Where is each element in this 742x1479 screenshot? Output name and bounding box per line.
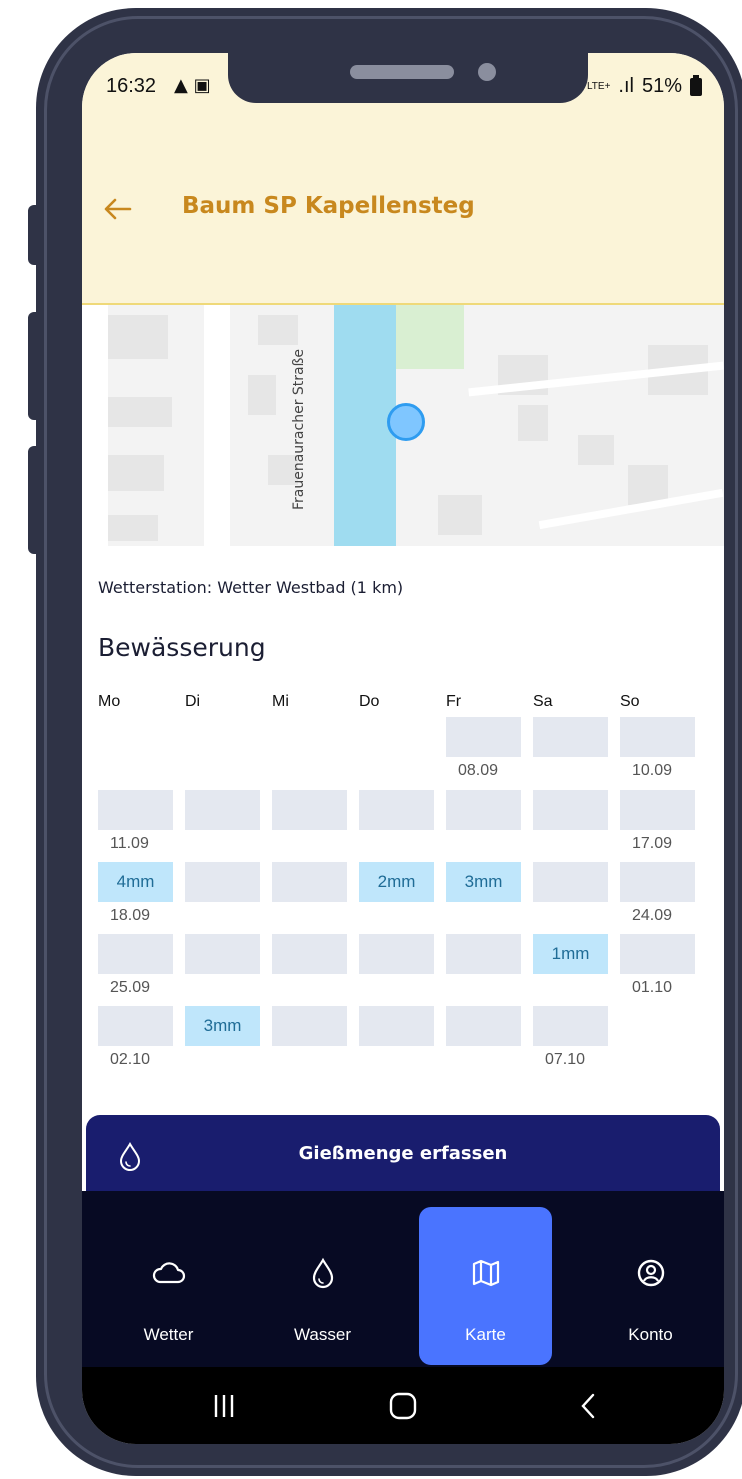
calendar-day-cell[interactable] bbox=[620, 862, 695, 902]
map-building bbox=[578, 435, 614, 465]
battery-icon bbox=[690, 74, 702, 96]
calendar-date-label: 01.10 bbox=[632, 979, 673, 996]
day-header-di: Di bbox=[185, 693, 201, 710]
calendar-day-cell[interactable] bbox=[446, 790, 521, 830]
calendar-date-label: 08.09 bbox=[458, 762, 499, 779]
calendar-day-cell[interactable] bbox=[446, 717, 521, 757]
calendar-day-cell[interactable] bbox=[272, 790, 347, 830]
system-navigation-bar bbox=[82, 1367, 724, 1444]
map-building bbox=[108, 515, 158, 541]
watering-day-cell[interactable]: 2mm bbox=[359, 862, 434, 902]
camera-notch bbox=[228, 53, 588, 103]
map-view[interactable]: Frauenauracher Straße bbox=[108, 305, 724, 546]
calendar-date-label: 10.09 bbox=[632, 762, 673, 779]
calendar-date-label: 11.09 bbox=[110, 835, 149, 852]
back-button[interactable] bbox=[100, 191, 136, 227]
battery-percent: 51% bbox=[641, 75, 682, 97]
watering-day-cell[interactable]: 3mm bbox=[446, 862, 521, 902]
calendar-day-cell[interactable] bbox=[359, 790, 434, 830]
day-header-so: So bbox=[620, 693, 640, 710]
device-mockup: 16:32 ▲ ▣ LTE+ .ıl 51% Baum SP Kapellens… bbox=[0, 0, 742, 1479]
calendar-day-cell[interactable] bbox=[272, 934, 347, 974]
network-icon: LTE+ bbox=[586, 80, 611, 92]
phone-screen: 16:32 ▲ ▣ LTE+ .ıl 51% Baum SP Kapellens… bbox=[82, 53, 724, 1444]
calendar-day-cell[interactable] bbox=[272, 1006, 347, 1046]
app-header: Baum SP Kapellensteg bbox=[82, 107, 724, 305]
home-icon[interactable] bbox=[383, 1389, 423, 1423]
cloud-icon bbox=[152, 1262, 185, 1284]
watering-day-cell[interactable]: 1mm bbox=[533, 934, 608, 974]
calendar-date-label: 25.09 bbox=[110, 979, 151, 996]
calendar-day-cell[interactable] bbox=[620, 790, 695, 830]
record-watering-button[interactable]: Gießmenge erfassen bbox=[86, 1115, 720, 1195]
map-building bbox=[258, 315, 298, 345]
calendar-day-cell[interactable] bbox=[272, 862, 347, 902]
notification-icons: ▲ ▣ bbox=[174, 75, 211, 96]
nav-item-karte[interactable]: Karte bbox=[419, 1207, 552, 1365]
map-building bbox=[438, 495, 482, 535]
day-header-mo: Mo bbox=[98, 693, 121, 710]
calendar-date-label: 18.09 bbox=[110, 907, 151, 924]
back-nav-icon[interactable] bbox=[569, 1389, 609, 1423]
page-title: Baum SP Kapellensteg bbox=[182, 193, 475, 219]
map-building bbox=[108, 315, 168, 359]
calendar-day-cell[interactable] bbox=[359, 1006, 434, 1046]
water-drop-icon bbox=[312, 1257, 333, 1289]
nav-item-wetter[interactable]: Wetter bbox=[102, 1207, 235, 1365]
record-watering-label: Gießmenge erfassen bbox=[298, 1143, 508, 1164]
calendar-date-label: 17.09 bbox=[632, 835, 673, 852]
tree-location-marker[interactable] bbox=[387, 403, 425, 441]
calendar-date-label: 24.09 bbox=[632, 907, 673, 924]
map-park bbox=[396, 305, 464, 369]
calendar-day-cell[interactable] bbox=[98, 1006, 173, 1046]
map-road bbox=[204, 305, 230, 546]
calendar-day-cell[interactable] bbox=[620, 934, 695, 974]
map-building bbox=[108, 455, 164, 491]
calendar-date-label: 07.10 bbox=[545, 1051, 586, 1068]
watering-day-cell[interactable]: 4mm bbox=[98, 862, 173, 902]
calendar-day-cell[interactable] bbox=[98, 934, 173, 974]
status-time: 16:32 bbox=[106, 75, 157, 97]
nav-item-wasser[interactable]: Wasser bbox=[256, 1207, 389, 1365]
nav-label-wasser: Wasser bbox=[294, 1325, 351, 1344]
nav-label-karte: Karte bbox=[465, 1325, 506, 1344]
map-building bbox=[518, 405, 548, 441]
street-label: Frauenauracher Straße bbox=[291, 348, 307, 510]
signal-icon: .ıl bbox=[618, 75, 634, 97]
day-header-mi: Mi bbox=[272, 693, 289, 710]
calendar-day-cell[interactable] bbox=[533, 1006, 608, 1046]
nav-item-konto[interactable]: Konto bbox=[584, 1207, 717, 1365]
watering-day-cell[interactable]: 3mm bbox=[185, 1006, 260, 1046]
calendar-day-cell[interactable] bbox=[533, 790, 608, 830]
day-header-do: Do bbox=[359, 693, 380, 710]
map-building bbox=[108, 397, 172, 427]
calendar-date-label: 02.10 bbox=[110, 1051, 151, 1068]
nav-label-konto: Konto bbox=[628, 1325, 673, 1344]
day-header-sa: Sa bbox=[533, 693, 553, 710]
calendar-day-cell[interactable] bbox=[446, 1006, 521, 1046]
speaker bbox=[350, 65, 454, 79]
weather-station-label: Wetterstation: Wetter Westbad (1 km) bbox=[98, 578, 404, 597]
watering-section-title: Bewässerung bbox=[98, 633, 266, 662]
calendar-day-cell[interactable] bbox=[446, 934, 521, 974]
calendar-day-cell[interactable] bbox=[533, 717, 608, 757]
calendar-day-cell[interactable] bbox=[98, 790, 173, 830]
arrow-left-icon bbox=[104, 198, 132, 220]
calendar-day-cell[interactable] bbox=[533, 862, 608, 902]
recent-apps-icon[interactable] bbox=[204, 1389, 244, 1423]
nav-label-wetter: Wetter bbox=[143, 1325, 194, 1344]
calendar-day-cell[interactable] bbox=[185, 934, 260, 974]
map-icon bbox=[472, 1259, 499, 1287]
front-camera bbox=[478, 63, 496, 81]
calendar-day-cell[interactable] bbox=[359, 934, 434, 974]
calendar-day-cell[interactable] bbox=[185, 790, 260, 830]
calendar-day-cell[interactable] bbox=[185, 862, 260, 902]
account-icon bbox=[637, 1259, 664, 1287]
map-building bbox=[248, 375, 276, 415]
status-right: LTE+ .ıl 51% bbox=[586, 74, 702, 98]
bottom-navigation: Wetter Wasser Karte Konto bbox=[82, 1191, 724, 1367]
day-header-fr: Fr bbox=[446, 693, 462, 710]
calendar-day-cell[interactable] bbox=[620, 717, 695, 757]
